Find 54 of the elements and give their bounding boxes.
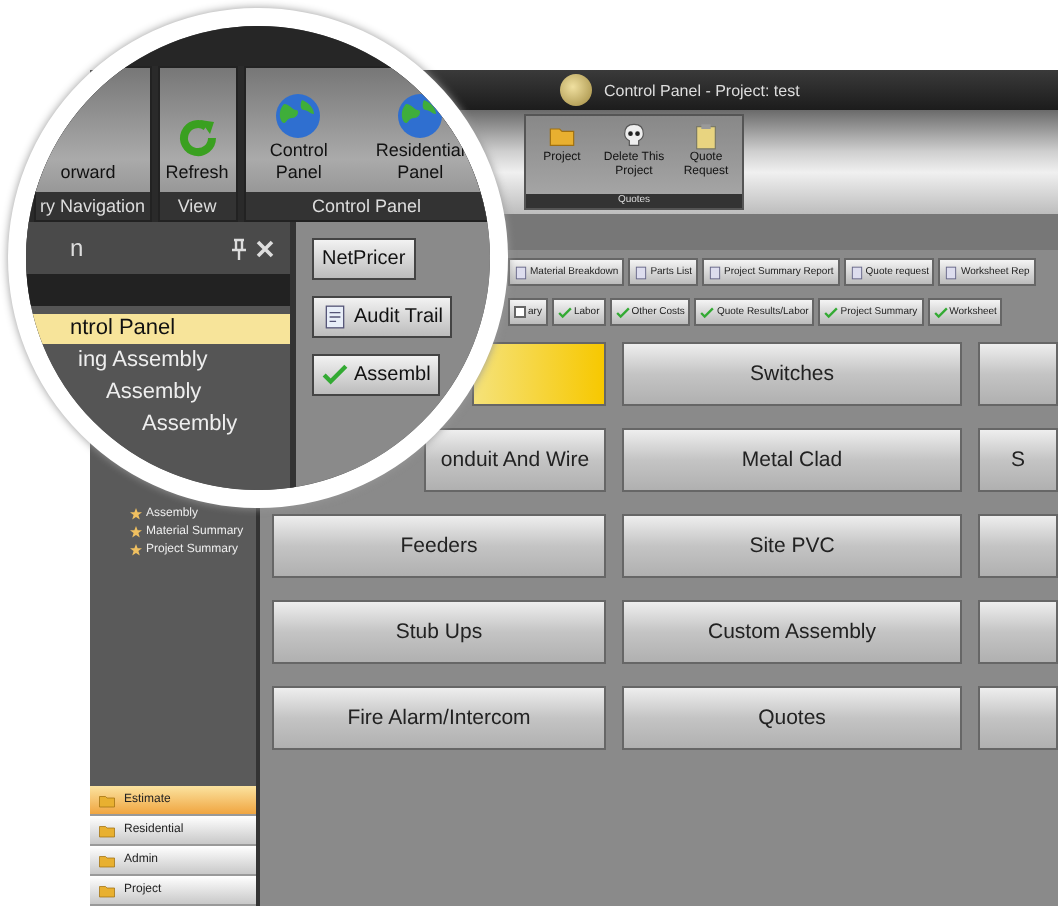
assembly-button[interactable] [978,514,1058,578]
star-icon [130,508,142,520]
check-icon [933,305,948,319]
assembly-button[interactable]: onduit And Wire [424,428,606,492]
window-title: Control Panel - Project: test [604,81,800,99]
clipboard-icon [692,122,720,150]
page-icon [944,265,959,279]
tree-item[interactable]: ing Assembly [26,346,290,376]
assembly-button[interactable]: Metal Clad [622,428,962,492]
ribbon-button[interactable]: Control Panel [245,68,353,192]
assembly-button[interactable]: Custom Assembly [622,600,962,664]
assembly-button[interactable]: Feeders [272,514,606,578]
ribbon-button[interactable]: Residential Panel [352,68,488,192]
assembly-button[interactable] [472,342,606,406]
star-icon [130,544,142,556]
check-icon [322,362,348,388]
close-icon[interactable] [256,239,274,257]
panel-button[interactable]: Assembl [312,354,441,396]
tree-item[interactable]: Assembly [26,410,290,440]
skull-icon [620,122,648,150]
ribbon-button[interactable]: Refresh [159,68,236,192]
assembly-button[interactable]: Switches [622,342,962,406]
assembly-button[interactable]: Quotes [622,686,962,750]
page-icon [634,265,649,279]
pin-icon[interactable] [230,237,248,259]
assembly-button[interactable] [978,686,1058,750]
assembly-button[interactable]: Stub Ups [272,600,606,664]
star-icon [130,526,142,538]
assembly-button[interactable] [978,600,1058,664]
check-icon [615,305,630,319]
assembly-button[interactable] [978,342,1058,406]
page-icon [708,265,723,279]
assembly-button[interactable]: Site PVC [622,514,962,578]
ribbon-button[interactable]: orward [36,68,140,192]
assembly-button[interactable]: Fire Alarm/Intercom [272,686,606,750]
assembly-button[interactable]: S [978,428,1058,492]
checkbox-icon [514,306,526,318]
tree-item[interactable]: Assembly [26,378,290,408]
ribbon-group-label: Control Panel [245,192,488,220]
panel-title: n [70,234,86,262]
page-icon [514,265,528,279]
panel-button[interactable]: Audit Trail [312,296,453,338]
panel-button[interactable]: NetPricer [312,238,416,280]
check-icon [824,305,839,319]
document-icon [322,304,348,330]
globe-icon [274,92,323,140]
ribbon-group-label: ry Navigation [36,192,150,220]
orb-icon[interactable] [560,74,592,106]
check-icon [557,305,572,319]
folder-icon [548,122,576,150]
check-icon [700,305,715,319]
ribbon-group-label: View [159,192,236,220]
page-icon [849,265,864,279]
globe-icon [396,92,445,140]
